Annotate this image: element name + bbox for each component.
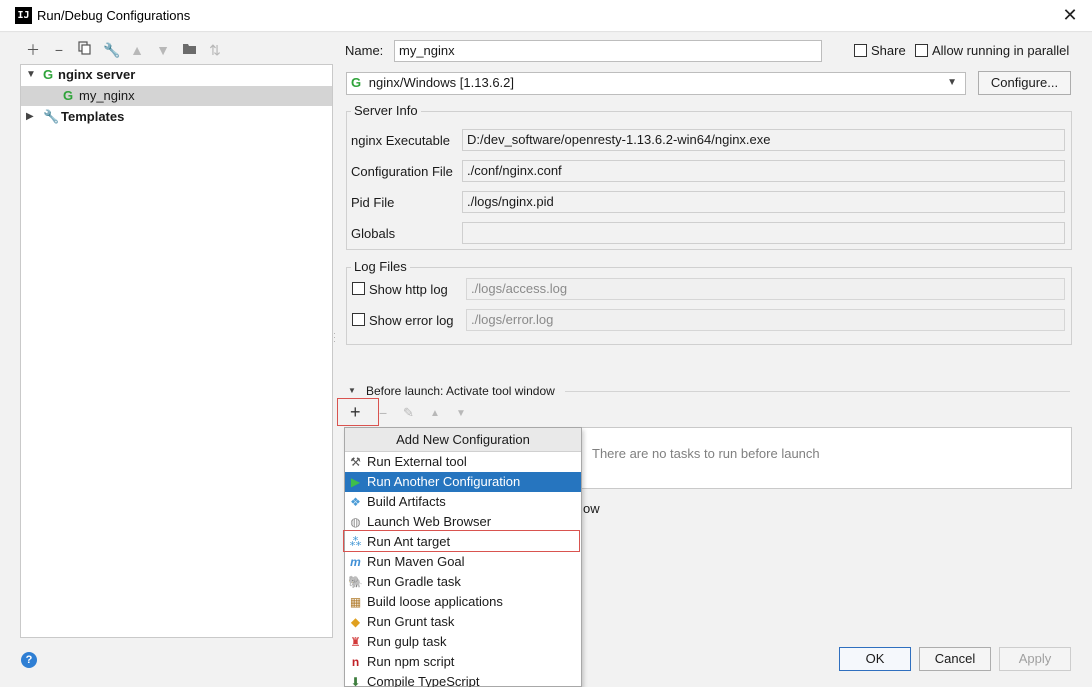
configure-button[interactable]: Configure... — [978, 71, 1071, 95]
before-launch-divider — [565, 391, 1070, 392]
window-title: Run/Debug Configurations — [37, 8, 191, 23]
menu-item-build-loose-applications[interactable]: ▦ Build loose applications — [345, 592, 581, 612]
tree-item-label: my_nginx — [79, 88, 135, 103]
before-launch-label: Before launch: Activate tool window — [366, 384, 555, 398]
folder-add-icon[interactable] — [181, 41, 197, 59]
intellij-app-icon: IJ — [15, 7, 32, 24]
no-tasks-text: There are no tasks to run before launch — [592, 446, 820, 461]
before-launch-task-list[interactable]: There are no tasks to run before launch — [580, 427, 1072, 489]
menu-item-build-artifacts[interactable]: ❖ Build Artifacts — [345, 492, 581, 512]
chevron-down-icon: ▼ — [947, 77, 957, 88]
menu-item-compile-typescript[interactable]: ⬇ Compile TypeScript — [345, 672, 581, 687]
menu-item-run-grunt-task[interactable]: ◆ Run Grunt task — [345, 612, 581, 632]
share-checkbox[interactable] — [854, 44, 867, 57]
typescript-icon: ⬇ — [350, 675, 361, 687]
menu-item-run-npm-script[interactable]: n Run npm script — [345, 652, 581, 672]
move-task-up-icon[interactable]: ▲ — [430, 408, 440, 419]
help-icon[interactable]: ? — [21, 652, 37, 668]
tree-node-my-nginx[interactable]: G my_nginx — [21, 86, 332, 106]
nginx-g-icon: G — [351, 75, 362, 90]
globals-field[interactable] — [462, 222, 1065, 244]
show-http-log-label: Show http log — [369, 282, 448, 297]
sort-icon[interactable]: ⇅ — [207, 41, 223, 59]
tree-templates-label: Templates — [61, 109, 125, 124]
nginx-g-icon: G — [43, 67, 54, 82]
minus-icon[interactable]: − — [51, 41, 67, 59]
add-task-plus-icon[interactable]: + — [350, 403, 361, 421]
configuration-tree: ▼ G nginx server G my_nginx ▶ 🔧 Template… — [20, 64, 333, 638]
artifacts-icon: ❖ — [350, 495, 361, 509]
show-error-log-checkbox[interactable] — [352, 313, 365, 326]
server-info-title: Server Info — [351, 103, 421, 118]
cancel-button[interactable]: Cancel — [919, 647, 991, 671]
parallel-checkbox[interactable] — [915, 44, 928, 57]
name-label: Name: — [345, 43, 384, 58]
chevron-down-icon[interactable]: ▼ — [26, 65, 36, 85]
executable-label: nginx Executable — [351, 133, 451, 148]
tree-node-nginx-server[interactable]: ▼ G nginx server — [21, 65, 332, 85]
chevron-right-icon[interactable]: ▶ — [26, 107, 34, 127]
wrench-icon: 🔧 — [43, 109, 60, 124]
pid-file-label: Pid File — [351, 195, 395, 210]
gradle-icon: 🐘 — [348, 575, 363, 589]
nginx-g-icon: G — [63, 88, 74, 103]
menu-item-run-gradle-task[interactable]: 🐘 Run Gradle task — [345, 572, 581, 592]
partial-option-text: ow — [583, 501, 600, 516]
server-select[interactable]: G nginx/Windows [1.13.6.2] ▼ — [346, 72, 966, 95]
copy-icon[interactable] — [77, 41, 93, 59]
share-label: Share — [871, 43, 906, 58]
ok-button[interactable]: OK — [839, 647, 911, 671]
parallel-label: Allow running in parallel — [932, 43, 1070, 58]
gulp-icon: ♜ — [350, 635, 361, 649]
remove-task-icon[interactable]: − — [379, 405, 387, 421]
tree-node-templates[interactable]: ▶ 🔧 Templates — [21, 107, 332, 127]
npm-icon: n — [351, 655, 360, 669]
popup-header: Add New Configuration — [345, 428, 581, 452]
pid-file-field[interactable]: ./logs/nginx.pid — [462, 191, 1065, 213]
plus-icon[interactable]: ＋ — [25, 41, 41, 59]
splitter-handle[interactable]: · · · — [333, 329, 336, 346]
http-log-field[interactable]: ./logs/access.log — [466, 278, 1065, 300]
arrow-up-icon[interactable]: ▲ — [129, 41, 145, 59]
config-file-field[interactable]: ./conf/nginx.conf — [462, 160, 1065, 182]
error-log-field[interactable]: ./logs/error.log — [466, 309, 1065, 331]
grunt-icon: ◆ — [350, 615, 361, 629]
executable-field[interactable]: D:/dev_software/openresty-1.13.6.2-win64… — [462, 129, 1065, 151]
menu-item-run-external-tool[interactable]: ⚒ Run External tool — [345, 452, 581, 472]
arrow-down-icon[interactable]: ▼ — [155, 41, 171, 59]
server-select-value: nginx/Windows [1.13.6.2] — [368, 75, 514, 90]
close-icon[interactable]: ✕ — [1060, 4, 1080, 26]
menu-item-launch-web-browser[interactable]: ◍ Launch Web Browser — [345, 512, 581, 532]
globals-label: Globals — [351, 226, 396, 241]
wrench-icon[interactable]: 🔧 — [103, 41, 120, 59]
move-task-down-icon[interactable]: ▼ — [456, 408, 466, 419]
menu-item-run-another-configuration[interactable]: ▶ Run Another Configuration — [345, 472, 581, 492]
apply-button[interactable]: Apply — [999, 647, 1071, 671]
ant-target-highlight — [343, 530, 580, 552]
loose-app-icon: ▦ — [349, 595, 362, 609]
edit-task-pencil-icon[interactable]: ✎ — [403, 405, 414, 421]
add-new-configuration-popup: Add New Configuration ⚒ Run External too… — [344, 427, 582, 687]
tree-group-label: nginx server — [58, 67, 136, 82]
log-files-title: Log Files — [351, 259, 410, 274]
external-tool-icon: ⚒ — [350, 455, 361, 469]
run-triangle-icon: ▶ — [350, 475, 361, 489]
show-http-log-checkbox[interactable] — [352, 282, 365, 295]
web-browser-icon: ◍ — [350, 515, 361, 529]
config-file-label: Configuration File — [351, 164, 453, 179]
show-error-log-label: Show error log — [369, 313, 454, 328]
maven-icon: m — [350, 555, 361, 569]
menu-item-run-maven-goal[interactable]: m Run Maven Goal — [345, 552, 581, 572]
name-field[interactable]: my_nginx — [394, 40, 822, 62]
chevron-down-icon[interactable]: ▼ — [348, 386, 356, 395]
menu-item-run-gulp-task[interactable]: ♜ Run gulp task — [345, 632, 581, 652]
